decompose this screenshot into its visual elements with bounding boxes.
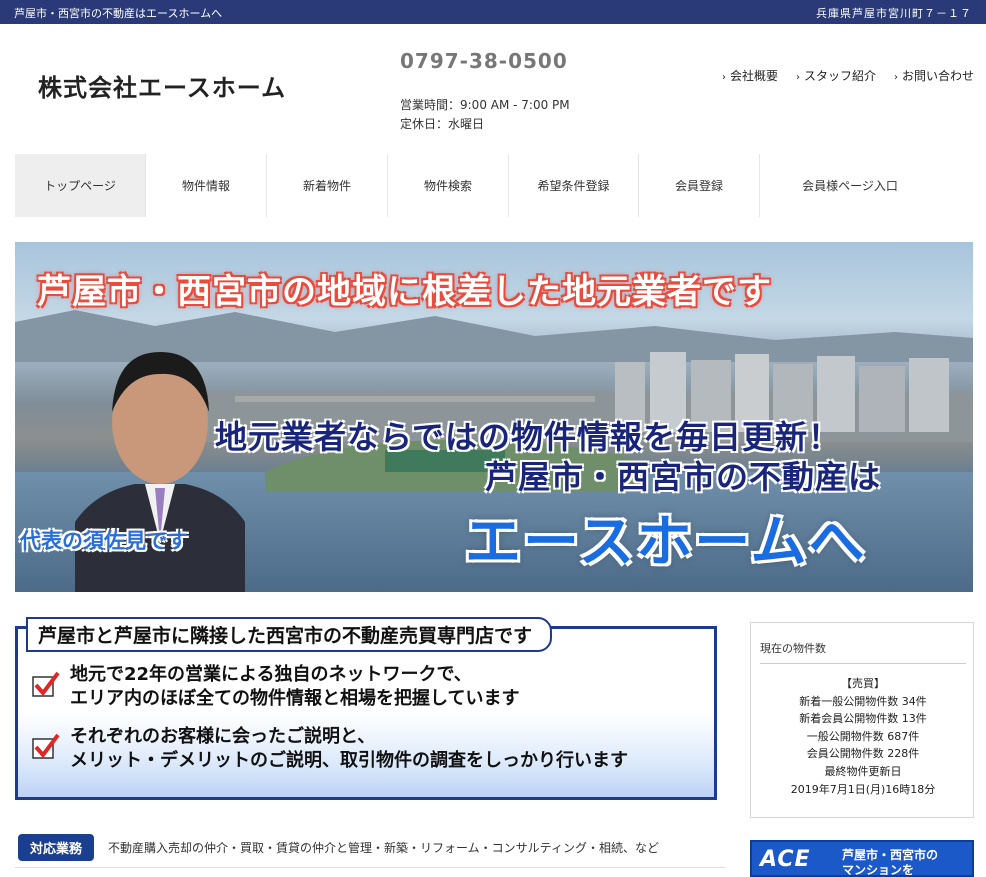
feature-point-line-1: それぞれのお客様に会ったご説明と、 bbox=[70, 726, 376, 747]
global-nav: トップページ 物件情報 新着物件 物件検索 希望条件登録 会員登録 会員様ページ… bbox=[15, 154, 971, 217]
nav-top[interactable]: トップページ bbox=[15, 154, 146, 217]
checkbox-check-icon bbox=[32, 671, 60, 697]
closed-day: 定休日：水曜日 bbox=[400, 117, 485, 131]
checkbox-check-icon bbox=[32, 733, 60, 759]
link-contact-label: お問い合わせ bbox=[901, 69, 974, 83]
feature-point: 地元で22年の営業による独自のネットワークで、 エリア内のほぼ全ての物件情報と相… bbox=[32, 663, 519, 711]
list-item: 2019年7月1日(月)16時18分 bbox=[790, 782, 936, 796]
list-item: 【売買】 bbox=[841, 677, 885, 690]
link-company[interactable]: › 会社概要 bbox=[722, 67, 778, 84]
business-text: 不動産購入売却の仲介・買取・賃貸の仲介と管理・新築・リフォーム・コンサルティング… bbox=[108, 841, 659, 855]
feature-point-line-1: 地元で22年の営業による独自のネットワークで、 bbox=[70, 664, 472, 685]
link-contact[interactable]: › お問い合わせ bbox=[894, 67, 974, 84]
list-item: 新着一般公開物件数 34件 bbox=[799, 694, 927, 708]
list-item: 新着会員公開物件数 13件 bbox=[799, 712, 927, 726]
banner-text-line-1: 芦屋市・西宮市の bbox=[842, 848, 939, 862]
widget-divider bbox=[760, 663, 966, 664]
chevron-right-icon: › bbox=[721, 72, 726, 83]
nav-member-register[interactable]: 会員登録 bbox=[639, 154, 760, 217]
nav-new[interactable]: 新着物件 bbox=[267, 154, 388, 217]
feature-box: 芦屋市と芦屋市に隣接した西宮市の不動産売買専門店です 地元で22年の営業による独… bbox=[15, 617, 717, 800]
top-bar-tagline: 芦屋市・西宮市の不動産はエースホームへ bbox=[14, 7, 223, 20]
property-count-widget: 現在の物件数 【売買】 新着一般公開物件数 34件 新着会員公開物件数 13件 … bbox=[750, 622, 974, 818]
top-bar-address: 兵庫県芦屋市宮川町７－１７ bbox=[816, 7, 972, 20]
banner-text: 芦屋市・西宮市の マンションを bbox=[842, 848, 939, 877]
header-links: › 会社概要 › スタッフ紹介 › お問い合わせ bbox=[722, 67, 974, 84]
banner-logo: ACE bbox=[760, 847, 811, 872]
nav-member-page[interactable]: 会員様ページ入口 bbox=[760, 154, 940, 217]
nav-properties[interactable]: 物件情報 bbox=[146, 154, 267, 217]
business-hours: 営業時間：9:00 AM - 7:00 PM 定休日：水曜日 bbox=[400, 96, 570, 134]
opening-hours: 営業時間：9:00 AM - 7:00 PM bbox=[400, 98, 570, 112]
business-services: 対応業務 不動産購入売却の仲介・買取・賃貸の仲介と管理・新築・リフォーム・コンサ… bbox=[15, 828, 725, 868]
widget-list: 【売買】 新着一般公開物件数 34件 新着会員公開物件数 13件 一般公開物件数… bbox=[751, 675, 975, 798]
nav-wish-register[interactable]: 希望条件登録 bbox=[509, 154, 639, 217]
widget-heading: 現在の物件数 bbox=[760, 642, 826, 655]
phone-number[interactable]: 0797-38-0500 bbox=[400, 49, 568, 73]
business-label: 対応業務 bbox=[18, 834, 95, 861]
list-item: 最終物件更新日 bbox=[824, 764, 902, 778]
chevron-right-icon: › bbox=[795, 72, 800, 83]
hero-brand: エースホームへ bbox=[465, 510, 867, 575]
link-company-label: 会社概要 bbox=[729, 69, 778, 83]
chevron-right-icon: › bbox=[893, 72, 898, 83]
site-header: 株式会社エースホーム 0797-38-0500 営業時間：9:00 AM - 7… bbox=[0, 24, 986, 152]
link-staff[interactable]: › スタッフ紹介 bbox=[796, 67, 876, 84]
list-item: 一般公開物件数 687件 bbox=[806, 729, 920, 743]
link-staff-label: スタッフ紹介 bbox=[803, 69, 876, 83]
site-logo[interactable]: 株式会社エースホーム bbox=[38, 68, 286, 103]
hero-caption: 代表の須佐見です bbox=[20, 529, 188, 553]
hero-line-2: 芦屋市・西宮市の不動産は bbox=[485, 458, 882, 496]
nav-search[interactable]: 物件検索 bbox=[388, 154, 509, 217]
banner-text-line-2: マンションを bbox=[842, 863, 915, 877]
top-bar: 芦屋市・西宮市の不動産はエースホームへ 兵庫県芦屋市宮川町７－１７ bbox=[0, 0, 986, 24]
feature-point-line-2: エリア内のほぼ全ての物件情報と相場を把握しています bbox=[70, 688, 520, 709]
feature-point-line-2: メリット・デメリットのご説明、取引物件の調査をしっかり行います bbox=[70, 750, 628, 771]
mansion-banner[interactable]: ACE 芦屋市・西宮市の マンションを bbox=[750, 840, 974, 877]
list-item: 会員公開物件数 228件 bbox=[806, 747, 920, 761]
feature-title: 芦屋市と芦屋市に隣接した西宮市の不動産売買専門店です bbox=[26, 617, 553, 652]
hero-headline: 芦屋市・西宮市の地域に根差した地元業者です bbox=[37, 272, 772, 312]
hero-banner: 芦屋市・西宮市の地域に根差した地元業者です 地元業者ならではの物件情報を毎日更新… bbox=[15, 242, 973, 592]
feature-point: それぞれのお客様に会ったご説明と、 メリット・デメリットのご説明、取引物件の調査… bbox=[32, 725, 628, 773]
